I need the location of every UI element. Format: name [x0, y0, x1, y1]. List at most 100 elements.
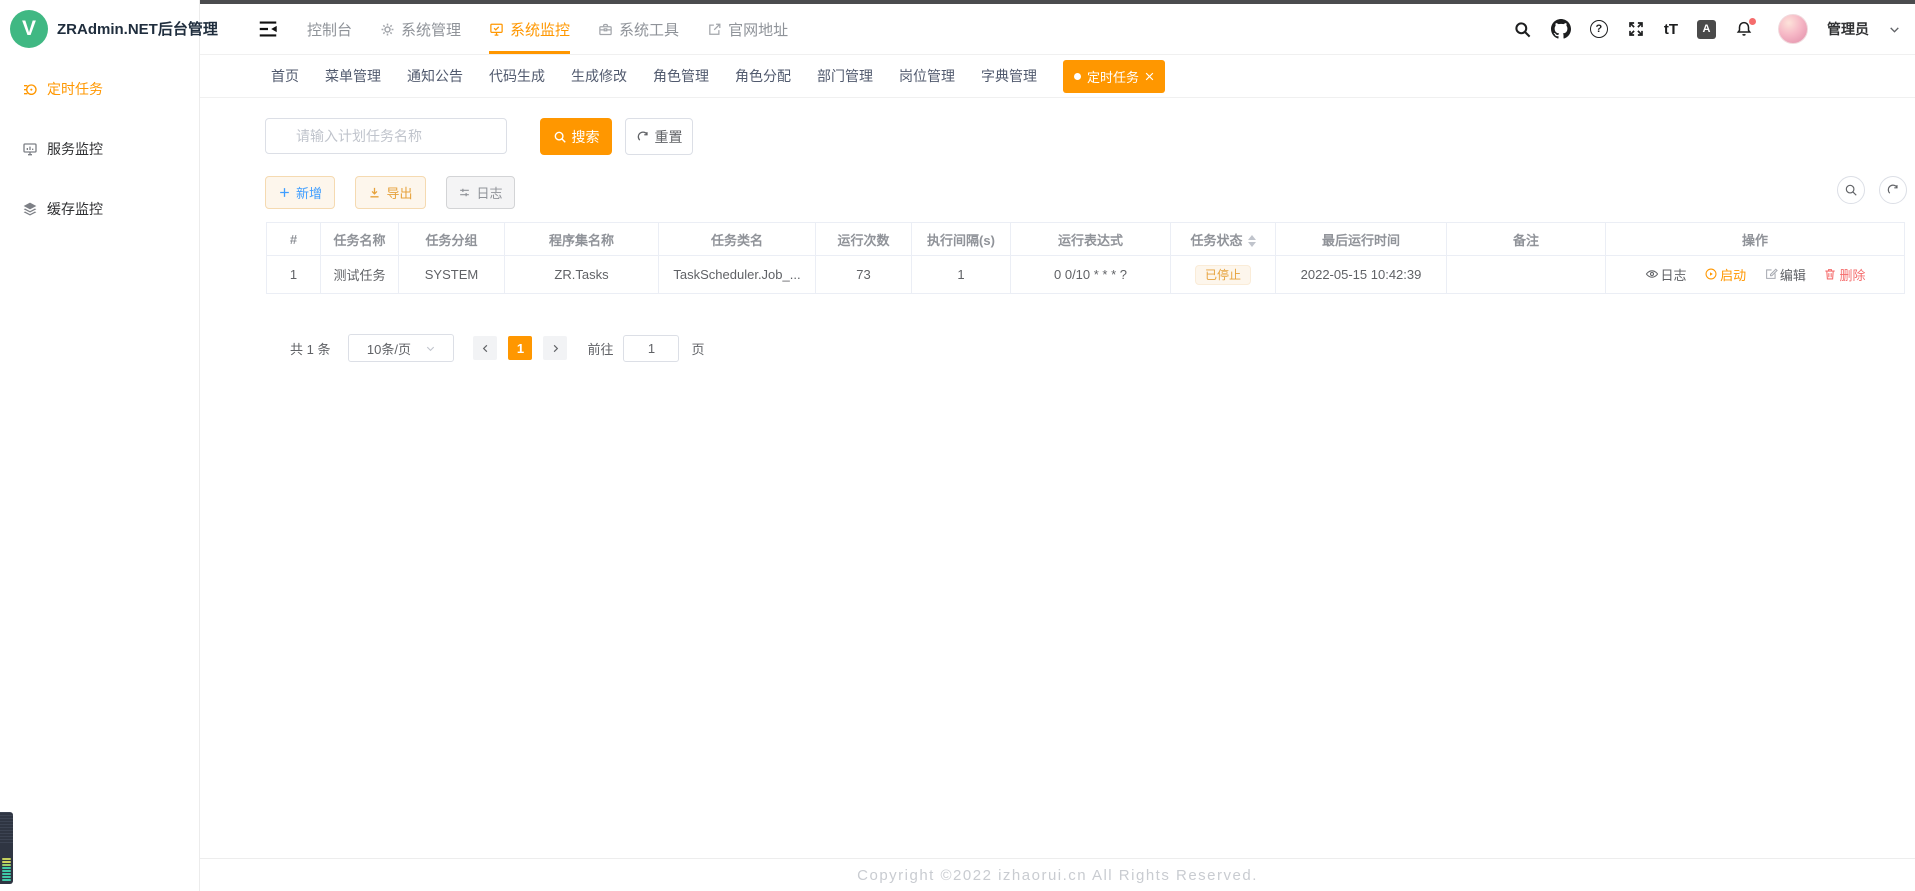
column-header-interval: 执行间隔(s): [912, 223, 1011, 256]
reset-button[interactable]: 重置: [625, 118, 693, 155]
plus-icon: [278, 186, 291, 199]
column-header-remark: 备注: [1447, 223, 1606, 256]
gear-icon: [380, 22, 395, 37]
nav-item-label: 系统监控: [510, 19, 570, 40]
current-page-button[interactable]: 1: [508, 336, 532, 360]
nav-item-console[interactable]: 控制台: [307, 4, 352, 54]
main-content: 搜索 重置 新增 导出 日志: [200, 98, 1915, 858]
nav-item-system-monitor[interactable]: 系统监控: [489, 4, 570, 54]
nav-item-official-site[interactable]: 官网地址: [707, 4, 788, 54]
column-header-status[interactable]: 任务状态: [1171, 223, 1276, 256]
toolbox-icon: [598, 22, 613, 37]
refresh-table-button[interactable]: [1879, 176, 1907, 204]
sidebar-menu: 定时任务 服务监控 缓存监控: [0, 57, 199, 239]
tab-role-assignment[interactable]: 角色分配: [735, 66, 791, 86]
tab-post-management[interactable]: 岗位管理: [899, 66, 955, 86]
column-header-index: #: [267, 223, 321, 256]
search-button[interactable]: 搜索: [540, 118, 612, 155]
nav-item-system-tools[interactable]: 系统工具: [598, 4, 679, 54]
tab-role-management[interactable]: 角色管理: [653, 66, 709, 86]
app-title: ZRAdmin.NET后台管理: [57, 18, 218, 39]
tab-menu-management[interactable]: 菜单管理: [325, 66, 381, 86]
server-monitor-icon: [22, 141, 38, 157]
fullscreen-icon[interactable]: [1627, 20, 1645, 38]
column-header-last-run-time: 最后运行时间: [1276, 223, 1447, 256]
tab-scheduled-tasks-active[interactable]: 定时任务: [1063, 60, 1165, 93]
nav-item-label: 官网地址: [728, 19, 788, 40]
tab-bar: 首页 菜单管理 通知公告 代码生成 生成修改 角色管理 角色分配 部门管理 岗位…: [200, 55, 1915, 98]
top-navbar: 控制台 系统管理 系统监控 系统工具 官网地址: [200, 4, 1915, 55]
cell-interval: 1: [912, 256, 1011, 294]
row-action-log[interactable]: 日志: [1645, 265, 1687, 284]
cell-index: 1: [267, 256, 321, 294]
row-action-delete[interactable]: 删除: [1823, 265, 1865, 284]
search-input[interactable]: [265, 118, 507, 154]
tab-home[interactable]: 首页: [271, 66, 299, 86]
tab-generation-edit[interactable]: 生成修改: [571, 66, 627, 86]
chevron-down-icon[interactable]: [1888, 23, 1901, 36]
table-row: 1 测试任务 SYSTEM ZR.Tasks TaskScheduler.Job…: [267, 256, 1905, 294]
sidebar-item-scheduled-tasks[interactable]: 定时任务: [0, 59, 199, 119]
page-size-select[interactable]: 10条/页: [348, 334, 454, 362]
cell-actions: 日志 启动 编辑: [1606, 256, 1905, 294]
row-action-edit[interactable]: 编辑: [1764, 265, 1806, 284]
sidebar-item-service-monitor[interactable]: 服务监控: [0, 119, 199, 179]
tasks-table: # 任务名称 任务分组 程序集名称 任务类名 运行次数 执行间隔(s) 运行表达…: [266, 222, 1905, 294]
cell-remark: [1447, 256, 1606, 294]
eye-icon: [1645, 267, 1659, 281]
cell-task-name: 测试任务: [321, 256, 399, 294]
toggle-search-button[interactable]: [1837, 176, 1865, 204]
nav-item-label: 系统工具: [619, 19, 679, 40]
help-icon[interactable]: ?: [1590, 20, 1608, 38]
nav-item-system-management[interactable]: 系统管理: [380, 4, 461, 54]
avatar[interactable]: [1778, 14, 1808, 44]
column-header-run-times: 运行次数: [816, 223, 912, 256]
tab-department-management[interactable]: 部门管理: [817, 66, 873, 86]
sort-caret-icons[interactable]: [1248, 235, 1256, 247]
github-icon[interactable]: [1551, 19, 1571, 39]
translate-icon[interactable]: A: [1697, 20, 1716, 39]
goto-label: 前往: [587, 339, 613, 358]
pagination-total: 共 1 条: [290, 339, 330, 358]
refresh-icon: [636, 130, 650, 144]
font-size-icon[interactable]: tT: [1664, 21, 1678, 38]
row-action-start[interactable]: 启动: [1704, 265, 1746, 284]
tab-notice[interactable]: 通知公告: [407, 66, 463, 86]
cell-run-times: 73: [816, 256, 912, 294]
next-page-button[interactable]: [543, 336, 567, 360]
tab-dict-management[interactable]: 字典管理: [981, 66, 1037, 86]
chevron-down-icon: [425, 343, 436, 354]
active-tab-label: 定时任务: [1087, 67, 1139, 86]
sidebar: V ZRAdmin.NET后台管理 定时任务 服务监控 缓存监控: [0, 0, 200, 891]
tab-code-generation[interactable]: 代码生成: [489, 66, 545, 86]
log-button[interactable]: 日志: [446, 176, 515, 209]
bell-icon[interactable]: [1735, 20, 1753, 38]
performance-monitor-widget[interactable]: [0, 812, 13, 884]
sidebar-item-label: 定时任务: [47, 79, 103, 99]
nav-item-label: 系统管理: [401, 19, 461, 40]
close-icon[interactable]: [1145, 72, 1154, 81]
sidebar-item-label: 服务监控: [47, 139, 103, 159]
column-header-assembly: 程序集名称: [505, 223, 659, 256]
edit-icon: [1764, 267, 1778, 281]
export-button[interactable]: 导出: [355, 176, 426, 209]
copyright-text: Copyright ©2022 izhaorui.cn All Rights R…: [857, 867, 1258, 884]
prev-page-button[interactable]: [473, 336, 497, 360]
app-logo[interactable]: V ZRAdmin.NET后台管理: [0, 0, 199, 57]
cell-cron: 0 0/10 * * * ?: [1011, 256, 1171, 294]
add-button[interactable]: 新增: [265, 176, 335, 209]
goto-page-input[interactable]: [623, 335, 679, 362]
sidebar-item-cache-monitor[interactable]: 缓存监控: [0, 179, 199, 239]
user-name[interactable]: 管理员: [1827, 19, 1869, 39]
cache-layers-icon: [22, 201, 38, 217]
download-icon: [368, 186, 381, 199]
trash-icon: [1823, 267, 1837, 281]
page-unit-label: 页: [691, 339, 704, 358]
external-link-icon: [707, 22, 722, 37]
status-badge: 已停止: [1195, 265, 1251, 285]
cell-last-run-time: 2022-05-15 10:42:39: [1276, 256, 1447, 294]
logo-icon: V: [10, 10, 48, 48]
monitor-check-icon: [489, 22, 504, 37]
search-icon[interactable]: [1513, 20, 1532, 39]
collapse-sidebar-icon[interactable]: [257, 18, 279, 40]
